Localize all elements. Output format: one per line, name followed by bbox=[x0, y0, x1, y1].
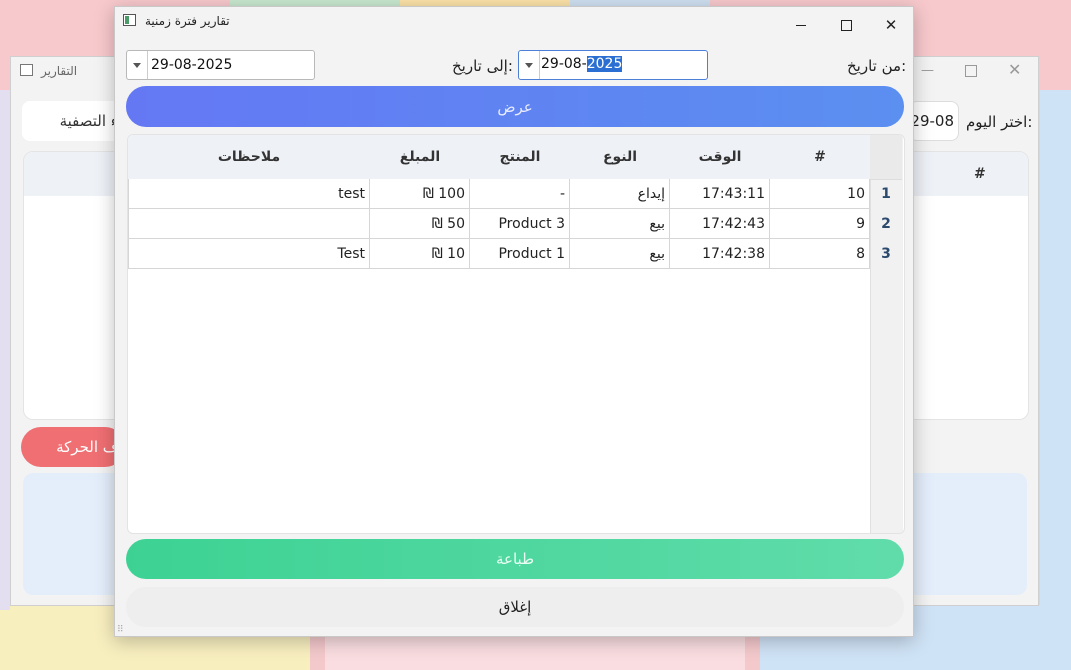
print-button[interactable]: طباعة bbox=[126, 539, 904, 579]
clear-filter-label: اء التصفية bbox=[59, 112, 122, 130]
from-date-value: 29-08-2025 bbox=[541, 56, 623, 72]
maximize-icon bbox=[840, 19, 852, 31]
today-label: اختر اليوم: bbox=[966, 113, 1033, 131]
cell-notes: test bbox=[128, 179, 370, 209]
to-date-field[interactable]: 29-08-2025 bbox=[126, 50, 315, 80]
minimize-icon bbox=[796, 24, 806, 26]
show-button-label: عرض bbox=[497, 97, 533, 116]
desktop-tile bbox=[1040, 90, 1071, 610]
header-type[interactable]: النوع bbox=[570, 135, 670, 179]
to-date-label: إلى تاريخ: bbox=[452, 57, 513, 75]
cell-amount: ₪ 50 bbox=[370, 209, 470, 239]
from-date-prefix: 29-08- bbox=[541, 56, 587, 72]
maximize-button[interactable] bbox=[823, 7, 869, 43]
from-date-selected-text: 2025 bbox=[586, 56, 623, 72]
header-product[interactable]: المنتج bbox=[470, 135, 570, 179]
resize-grip-icon[interactable]: ⠿ bbox=[117, 625, 124, 635]
table-left-border bbox=[128, 179, 129, 269]
minimize-icon[interactable]: — bbox=[921, 63, 934, 78]
row-number-header bbox=[870, 135, 902, 180]
reports-window-title: التقارير bbox=[41, 64, 78, 78]
cell-type: إيداع bbox=[570, 179, 670, 209]
table-row[interactable]: 3 8 17:42:38 بيع Product 1 ₪ 10 Test bbox=[128, 239, 902, 269]
cell-id: 8 bbox=[770, 239, 870, 269]
cell-product: - bbox=[470, 179, 570, 209]
cell-id: 10 bbox=[770, 179, 870, 209]
reports-table-header-hash: # bbox=[974, 166, 986, 182]
header-id[interactable]: # bbox=[770, 135, 870, 179]
row-number: 2 bbox=[881, 216, 891, 232]
dialog-title: تقارير فترة زمنية bbox=[145, 14, 230, 28]
row-number: 3 bbox=[881, 246, 891, 262]
to-date-value: 29-08-2025 bbox=[151, 57, 233, 73]
cell-id: 9 bbox=[770, 209, 870, 239]
cell-time: 17:42:38 bbox=[670, 239, 770, 269]
cell-amount: ₪ 10 bbox=[370, 239, 470, 269]
today-date-field[interactable]: 29-08 bbox=[909, 101, 959, 141]
period-reports-dialog: تقارير فترة زمنية ✕ 29-08-2025 إلى تاريخ… bbox=[114, 6, 914, 637]
from-date-label: من تاريخ: bbox=[847, 57, 907, 75]
maximize-icon[interactable] bbox=[965, 65, 977, 77]
cell-amount: ₪ 100 bbox=[370, 179, 470, 209]
header-time[interactable]: الوقت bbox=[670, 135, 770, 179]
close-dialog-button[interactable]: إغلاق bbox=[126, 587, 904, 627]
minimize-button[interactable] bbox=[778, 7, 824, 43]
cell-notes: Test bbox=[128, 239, 370, 269]
table-row[interactable]: 1 10 17:43:11 إيداع - ₪ 100 test bbox=[128, 179, 902, 209]
cell-type: بيع bbox=[570, 239, 670, 269]
to-date-dropdown[interactable] bbox=[127, 51, 148, 79]
cell-type: بيع bbox=[570, 209, 670, 239]
chevron-down-icon bbox=[133, 62, 141, 68]
from-date-field[interactable]: 29-08-2025 bbox=[518, 50, 708, 80]
today-date-value: 29-08 bbox=[910, 112, 954, 130]
cell-product: Product 1 bbox=[470, 239, 570, 269]
cell-time: 17:42:43 bbox=[670, 209, 770, 239]
cell-time: 17:43:11 bbox=[670, 179, 770, 209]
clear-filter-button[interactable]: اء التصفية bbox=[22, 101, 122, 141]
show-button[interactable]: عرض bbox=[126, 86, 904, 127]
header-amount[interactable]: المبلغ bbox=[370, 135, 470, 179]
print-button-label: طباعة bbox=[495, 550, 535, 568]
row-number: 1 bbox=[881, 186, 891, 202]
cell-notes bbox=[128, 209, 370, 239]
app-icon bbox=[20, 64, 33, 76]
table-row[interactable]: 2 9 17:42:43 بيع Product 3 ₪ 50 bbox=[128, 209, 902, 239]
desktop-tile bbox=[0, 90, 10, 610]
close-button[interactable]: ✕ bbox=[868, 7, 914, 43]
close-icon: ✕ bbox=[884, 16, 898, 34]
dialog-titlebar: تقارير فترة زمنية ✕ bbox=[115, 7, 913, 37]
app-icon bbox=[123, 14, 136, 26]
header-notes[interactable]: ملاحظات bbox=[128, 135, 370, 179]
cell-product: Product 3 bbox=[470, 209, 570, 239]
results-table: # الوقت النوع المنتج المبلغ ملاحظات 1 10… bbox=[127, 134, 905, 534]
close-dialog-label: إغلاق bbox=[498, 598, 532, 616]
desktop-tile bbox=[325, 635, 745, 670]
close-icon[interactable]: ✕ bbox=[1008, 60, 1021, 79]
from-date-dropdown[interactable] bbox=[519, 51, 540, 79]
chevron-down-icon bbox=[525, 62, 533, 68]
delete-transaction-button[interactable]: ذف الحركة bbox=[21, 427, 125, 467]
